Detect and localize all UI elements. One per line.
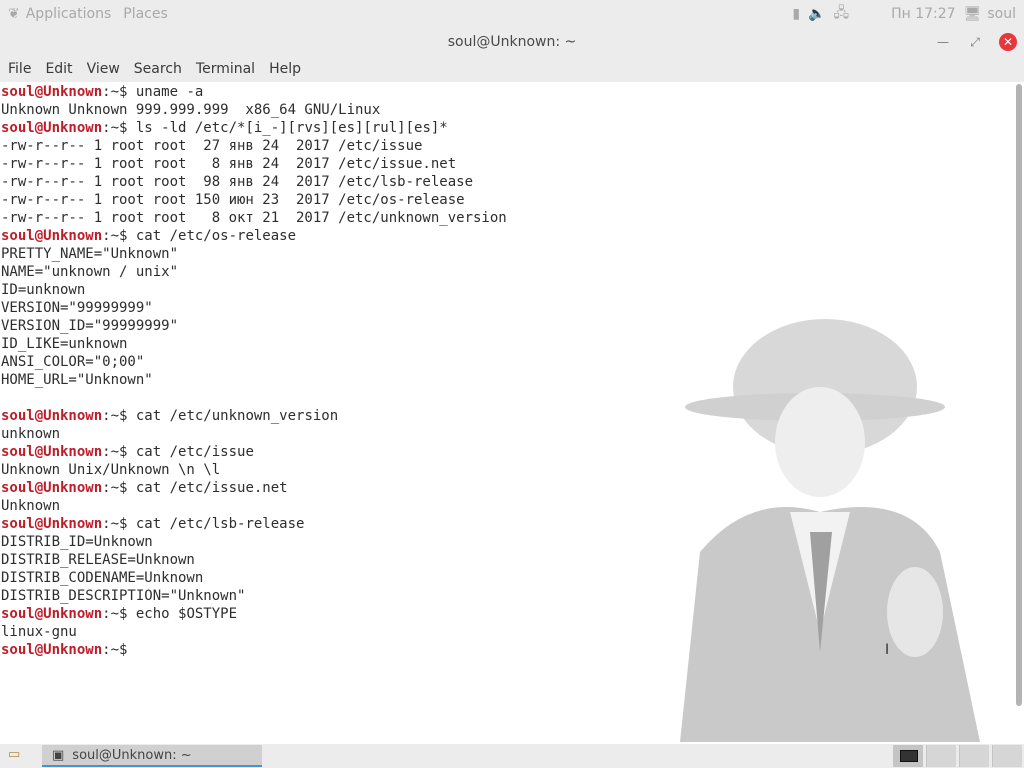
prompt-user: soul@Unknown — [1, 642, 103, 658]
prompt-user: soul@Unknown — [1, 120, 103, 136]
workspace-3[interactable] — [959, 745, 989, 767]
gnome-foot-icon: ❦ — [8, 6, 20, 22]
output-line: -rw-r--r-- 1 root root 150 июн 23 2017 /… — [1, 192, 465, 208]
prompt-user: soul@Unknown — [1, 228, 103, 244]
output-line: DISTRIB_DESCRIPTION="Unknown" — [1, 588, 246, 604]
terminal-icon: ▣ — [52, 747, 65, 763]
menu-terminal[interactable]: Terminal — [196, 61, 255, 77]
top-panel: ❦ Applications Places ▮ 🔈 🖧 Пн 17:27 🖥 sou… — [0, 0, 1024, 28]
prompt-line: soul@Unknown:~$ cat /etc/issue.net — [1, 479, 507, 497]
output-line: HOME_URL="Unknown" — [1, 372, 153, 388]
output-line: NAME="unknown / unix" — [1, 264, 179, 280]
prompt-user: soul@Unknown — [1, 408, 103, 424]
menu-view[interactable]: View — [87, 61, 120, 77]
window-titlebar[interactable]: soul@Unknown: ~ — ⤢ ✕ — [0, 28, 1024, 56]
menu-help[interactable]: Help — [269, 61, 301, 77]
output-line: -rw-r--r-- 1 root root 27 янв 24 2017 /e… — [1, 138, 423, 154]
prompt-user: soul@Unknown — [1, 606, 103, 622]
command-text: cat /etc/lsb-release — [135, 516, 305, 532]
output-line: unknown — [1, 426, 61, 442]
computer-icon: 🖥 — [963, 6, 982, 22]
command-text: echo $OSTYPE — [135, 606, 238, 622]
close-button[interactable]: ✕ — [999, 33, 1017, 51]
output-line: DISTRIB_ID=Unknown — [1, 534, 153, 550]
output-line: ID_LIKE=unknown — [1, 336, 128, 352]
command-text: cat /etc/os-release — [135, 228, 297, 244]
prompt-user: soul@Unknown — [1, 444, 103, 460]
prompt-symbol: :~$ — [102, 228, 136, 244]
prompt-line: soul@Unknown:~$ cat /etc/lsb-release — [1, 515, 507, 533]
prompt-line: soul@Unknown:~$ echo $OSTYPE — [1, 605, 507, 623]
window-title: soul@Unknown: ~ — [447, 34, 577, 50]
output-line: -rw-r--r-- 1 root root 98 янв 24 2017 /e… — [1, 174, 474, 190]
prompt-line: soul@Unknown:~$ — [1, 641, 507, 659]
menu-file[interactable]: File — [8, 61, 31, 77]
folder-icon[interactable]: ▭ — [8, 748, 24, 762]
output-line: ID=unknown — [1, 282, 86, 298]
output-line: -rw-r--r-- 1 root root 8 янв 24 2017 /et… — [1, 156, 457, 172]
terminal-output: soul@Unknown:~$ uname -a Unknown Unknown … — [1, 83, 507, 659]
prompt-symbol: :~$ — [102, 606, 136, 622]
menubar: File Edit View Search Terminal Help — [0, 56, 1024, 82]
places-menu[interactable]: Places — [123, 6, 168, 22]
prompt-symbol: :~$ — [102, 480, 136, 496]
output-line: DISTRIB_RELEASE=Unknown — [1, 552, 195, 568]
prompt-user: soul@Unknown — [1, 516, 103, 532]
menu-edit[interactable]: Edit — [45, 61, 72, 77]
wallpaper-woman-image — [680, 319, 980, 742]
prompt-user: soul@Unknown — [1, 480, 103, 496]
output-line: VERSION="99999999" — [1, 300, 153, 316]
clock[interactable]: Пн 17:27 — [891, 6, 955, 22]
text-cursor-icon: I — [885, 642, 890, 658]
output-line: Unknown Unix/Unknown \n \l — [1, 462, 221, 478]
user-menu[interactable]: 🖥 soul — [964, 6, 1016, 22]
network-icon[interactable]: 🖧 — [833, 2, 849, 26]
prompt-symbol: :~$ — [102, 516, 136, 532]
prompt-line: soul@Unknown:~$ ls -ld /etc/*[i_-][rvs][… — [1, 119, 507, 137]
prompt-line: soul@Unknown:~$ cat /etc/os-release — [1, 227, 507, 245]
prompt-symbol: :~$ — [102, 408, 136, 424]
command-text: ls -ld /etc/*[i_-][rvs][es][rul][es]* — [135, 120, 448, 136]
output-line: linux-gnu — [1, 624, 77, 640]
maximize-button[interactable]: ⤢ — [966, 33, 984, 51]
applications-menu[interactable]: ❦ Applications — [8, 6, 111, 22]
command-text: uname -a — [135, 84, 204, 100]
terminal-area[interactable]: soul@Unknown:~$ uname -a Unknown Unknown … — [0, 82, 1024, 744]
output-line: Unknown Unknown 999.999.999 x86_64 GNU/L… — [1, 102, 381, 118]
workspace-2[interactable] — [926, 745, 956, 767]
prompt-line: soul@Unknown:~$ uname -a — [1, 83, 507, 101]
prompt-user: soul@Unknown — [1, 84, 103, 100]
scrollbar[interactable] — [1016, 84, 1022, 706]
workspace-4[interactable] — [992, 745, 1022, 767]
output-line: -rw-r--r-- 1 root root 8 окт 21 2017 /et… — [1, 210, 507, 226]
battery-icon[interactable]: ▮ — [792, 6, 800, 22]
output-line: PRETTY_NAME="Unknown" — [1, 246, 179, 262]
output-line: DISTRIB_CODENAME=Unknown — [1, 570, 204, 586]
output-line: Unknown — [1, 498, 61, 514]
workspace-1[interactable] — [893, 745, 923, 767]
output-line: VERSION_ID="99999999" — [1, 318, 179, 334]
minimize-button[interactable]: — — [934, 33, 952, 51]
menu-search[interactable]: Search — [134, 61, 182, 77]
output-line: ANSI_COLOR="0;00" — [1, 354, 145, 370]
prompt-symbol: :~$ — [102, 444, 136, 460]
command-text: cat /etc/unknown_version — [135, 408, 339, 424]
prompt-symbol: :~$ — [102, 120, 136, 136]
command-text: cat /etc/issue.net — [135, 480, 288, 496]
prompt-line: soul@Unknown:~$ cat /etc/unknown_version — [1, 407, 507, 425]
command-text: cat /etc/issue — [135, 444, 254, 460]
prompt-symbol: :~$ — [102, 642, 136, 658]
taskbar-window-button[interactable]: ▣ soul@Unknown: ~ — [42, 745, 262, 767]
bottom-panel: ▭ ▣ soul@Unknown: ~ — [0, 744, 1024, 768]
volume-icon[interactable]: 🔈 — [808, 6, 825, 22]
prompt-line: soul@Unknown:~$ cat /etc/issue — [1, 443, 507, 461]
prompt-symbol: :~$ — [102, 84, 136, 100]
